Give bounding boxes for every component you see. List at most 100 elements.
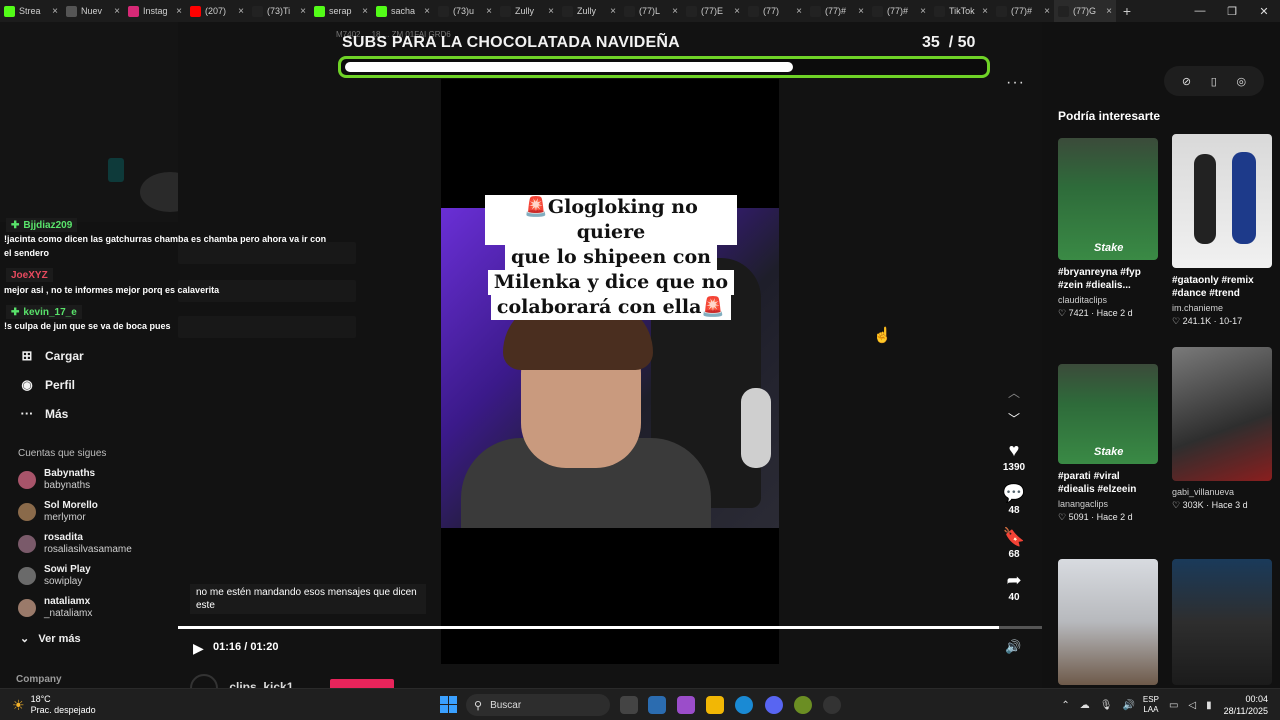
file-explorer-icon[interactable] (706, 696, 724, 714)
language-indicator[interactable]: ESP LAA (1143, 695, 1159, 715)
close-tab-icon[interactable]: × (796, 6, 802, 17)
close-tab-icon[interactable]: × (1044, 6, 1050, 17)
more-options-icon[interactable]: ··· (1006, 74, 1025, 92)
browser-tab[interactable]: serap × (310, 0, 372, 22)
headline-line: Milenka y dice que no (487, 270, 735, 295)
comment-button[interactable]: 💬 48 (1000, 483, 1028, 516)
close-tab-icon[interactable]: × (858, 6, 864, 17)
browser-tab[interactable]: (77)E × (682, 0, 744, 22)
account-name: rosadita (44, 532, 83, 543)
video-thumbnail[interactable] (1172, 347, 1272, 481)
taskbar-search[interactable]: ⚲ Buscar (466, 694, 610, 716)
chevron-up-icon[interactable]: ⌃ (1061, 700, 1069, 711)
video-thumbnail[interactable] (1058, 559, 1158, 685)
edge-icon[interactable] (735, 696, 753, 714)
device-icon[interactable]: ▯ (1211, 75, 1217, 88)
close-tab-icon[interactable]: × (238, 6, 244, 17)
onedrive-icon[interactable]: ☁ (1080, 700, 1090, 711)
next-video-icon[interactable]: ﹀ (1008, 410, 1020, 427)
mic-icon[interactable]: 🎙 (1100, 700, 1113, 711)
volume-icon[interactable]: 🔊 (1005, 639, 1021, 655)
close-tab-icon[interactable]: × (734, 6, 740, 17)
previous-video-icon[interactable]: ︿ (1008, 384, 1020, 401)
like-button[interactable]: ♥ 1390 (1000, 440, 1028, 473)
profile-avatar-icon[interactable]: ◎ (1237, 75, 1247, 88)
recommended-video-card[interactable] (1172, 559, 1272, 685)
recommended-video-card[interactable]: Stake #parati #viral #diealis #elzeein lan… (1058, 364, 1158, 523)
nav-more[interactable]: ··· Más (18, 406, 69, 421)
close-tab-icon[interactable]: × (982, 6, 988, 17)
close-tab-icon[interactable]: × (610, 6, 616, 17)
following-account[interactable]: Sol Morello merlymor (18, 500, 98, 524)
discord-icon[interactable] (765, 696, 783, 714)
browser-tab[interactable]: (73)Ti × (248, 0, 310, 22)
close-tab-icon[interactable]: × (362, 6, 368, 17)
video-thumbnail[interactable] (1172, 559, 1272, 685)
browser-tab[interactable]: (77)G × (1054, 0, 1116, 22)
browser-tab[interactable]: (73)u × (434, 0, 496, 22)
close-tab-icon[interactable]: × (114, 6, 120, 17)
close-tab-icon[interactable]: × (1106, 6, 1112, 17)
following-account[interactable]: nataliamx _nataliamx (18, 596, 92, 620)
browser-tab[interactable]: (77)# × (868, 0, 930, 22)
browser-tab[interactable]: Nuev × (62, 0, 124, 22)
app-icon[interactable] (794, 696, 812, 714)
obs-icon[interactable] (823, 696, 841, 714)
save-button[interactable]: 🔖 68 (1000, 527, 1028, 560)
weather-widget[interactable]: ☀ 18°C Prac. despejado (12, 694, 96, 716)
following-account[interactable]: rosadita rosaliasilvasamame (18, 532, 132, 556)
nav-upload[interactable]: ⊞ Cargar (18, 348, 84, 364)
battery-icon[interactable]: ▮ (1206, 700, 1212, 711)
tiktok-icon (624, 5, 635, 17)
close-tab-icon[interactable]: × (548, 6, 554, 17)
close-tab-icon[interactable]: × (52, 6, 58, 17)
close-tab-icon[interactable]: × (486, 6, 492, 17)
new-tab-icon[interactable]: + (1116, 3, 1138, 19)
speaker-icon[interactable]: ◁ (1188, 700, 1196, 711)
browser-tab[interactable]: Zully × (496, 0, 558, 22)
windows-start-icon[interactable] (440, 696, 457, 713)
video-thumbnail[interactable]: Stake (1058, 138, 1158, 260)
recommended-video-card[interactable] (1058, 559, 1158, 685)
browser-tab[interactable]: (77)L × (620, 0, 682, 22)
close-tab-icon[interactable]: × (176, 6, 182, 17)
recommended-video-card[interactable]: gabi_villanueva ♡ 303K · Hace 3 d (1172, 347, 1272, 511)
recommended-video-card[interactable]: #gataonly #remix #dance #trend im.chaniem… (1172, 134, 1272, 327)
close-tab-icon[interactable]: × (672, 6, 678, 17)
browser-tab[interactable]: TikTok × (930, 0, 992, 22)
clock[interactable]: 00:04 28/11/2025 (1224, 693, 1268, 717)
nav-profile[interactable]: ◉ Perfil (18, 377, 75, 393)
close-window-icon[interactable]: ✕ (1248, 5, 1280, 18)
card-meta: ♡ 7421 · Hace 2 d (1058, 308, 1158, 319)
browser-tab[interactable]: sacha × (372, 0, 434, 22)
network-icon[interactable]: ▭ (1169, 700, 1178, 711)
restore-icon[interactable]: ❐ (1216, 5, 1248, 18)
recommended-video-card[interactable]: Stake #bryanreyna #fyp #zein #diealis... c… (1058, 138, 1158, 319)
video-thumbnail[interactable]: Stake (1058, 364, 1158, 464)
share-button[interactable]: ➦ 40 (1000, 570, 1028, 603)
browser-tab[interactable]: (77) × (744, 0, 806, 22)
browser-tab[interactable]: Strea × (0, 0, 62, 22)
play-icon[interactable]: ▶ (193, 640, 204, 657)
browser-tab[interactable]: Instag × (124, 0, 186, 22)
video-thumbnail[interactable] (1172, 134, 1272, 268)
close-tab-icon[interactable]: × (300, 6, 306, 17)
video-player[interactable] (441, 79, 779, 664)
company-link[interactable]: Company (16, 674, 62, 685)
minimize-icon[interactable]: — (1184, 5, 1216, 17)
compass-icon[interactable]: ⊘ (1182, 75, 1191, 88)
volume-tray-icon[interactable]: 🔊 (1122, 700, 1134, 711)
close-tab-icon[interactable]: × (920, 6, 926, 17)
browser-tab[interactable]: (207) × (186, 0, 248, 22)
close-tab-icon[interactable]: × (424, 6, 430, 17)
browser-tab[interactable]: Zully × (558, 0, 620, 22)
following-account[interactable]: Babynaths babynaths (18, 468, 95, 492)
copilot-icon[interactable] (677, 696, 695, 714)
store-icon[interactable] (648, 696, 666, 714)
browser-tab[interactable]: (77)# × (992, 0, 1054, 22)
task-view-icon[interactable] (620, 696, 638, 714)
see-more-button[interactable]: ⌄ Ver más (20, 632, 81, 645)
video-seek-bar[interactable] (178, 626, 1042, 629)
following-account[interactable]: Sowi Play sowiplay (18, 564, 91, 588)
browser-tab[interactable]: (77)# × (806, 0, 868, 22)
